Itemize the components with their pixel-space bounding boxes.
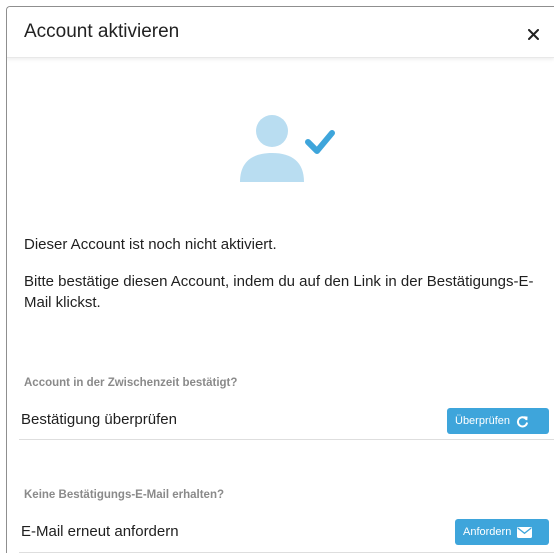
dialog-title: Account aktivieren: [24, 21, 180, 42]
check-verification-button-label: Überprüfen: [455, 415, 511, 427]
instructions-message: Bitte bestätige diesen Account, indem du…: [24, 273, 534, 311]
close-button[interactable]: [522, 19, 544, 43]
close-icon: [527, 28, 539, 40]
dialog-header: Account aktivieren: [7, 7, 554, 58]
check-verification-button[interactable]: Überprüfen: [447, 408, 549, 434]
refresh-icon: [517, 415, 528, 427]
user-check-icon: [236, 108, 336, 193]
divider: [19, 439, 554, 440]
verify-row-text: Bestätigung überprüfen: [21, 411, 177, 428]
request-email-button-label: Anfordern: [463, 526, 512, 538]
resend-row-text: E-Mail erneut anfordern: [21, 523, 179, 540]
verify-section-label: Account in der Zwischenzeit bestätigt?: [24, 377, 238, 389]
envelope-icon: [517, 526, 533, 538]
not-activated-message: Dieser Account ist noch nicht aktiviert.: [24, 236, 277, 253]
activation-dialog: Account aktivieren Dieser Account ist no…: [6, 6, 554, 553]
resend-section-label: Keine Bestätigungs-E-Mail erhalten?: [24, 489, 225, 501]
request-email-button[interactable]: Anfordern: [455, 519, 549, 545]
